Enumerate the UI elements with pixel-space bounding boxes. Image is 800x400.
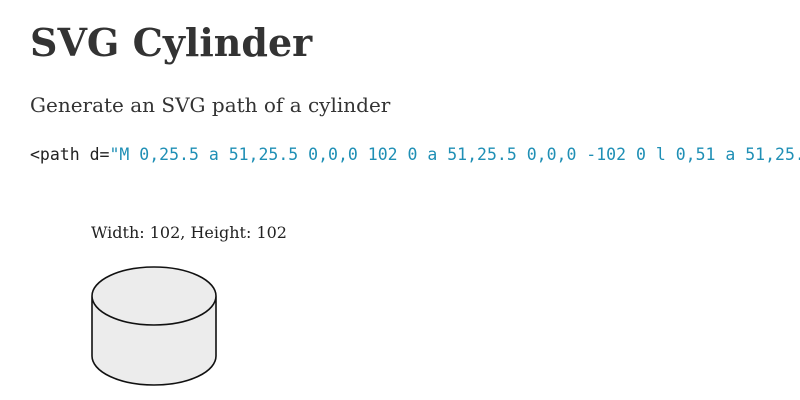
cylinder-preview	[91, 266, 217, 386]
page-subtitle: Generate an SVG path of a cylinder	[30, 93, 391, 117]
dimensions-label: Width: 102, Height: 102	[91, 223, 287, 242]
page-title: SVG Cylinder	[30, 20, 313, 65]
page: SVG Cylinder Generate an SVG path of a c…	[0, 0, 800, 400]
svg-path-code[interactable]: <path d="M 0,25.5 a 51,25.5 0,0,0 102 0 …	[30, 143, 800, 167]
cylinder-shape	[91, 266, 217, 386]
code-path-value: "M 0,25.5 a 51,25.5 0,0,0 102 0 a 51,25.…	[109, 145, 800, 164]
code-tag-open: <path d=	[30, 145, 110, 164]
